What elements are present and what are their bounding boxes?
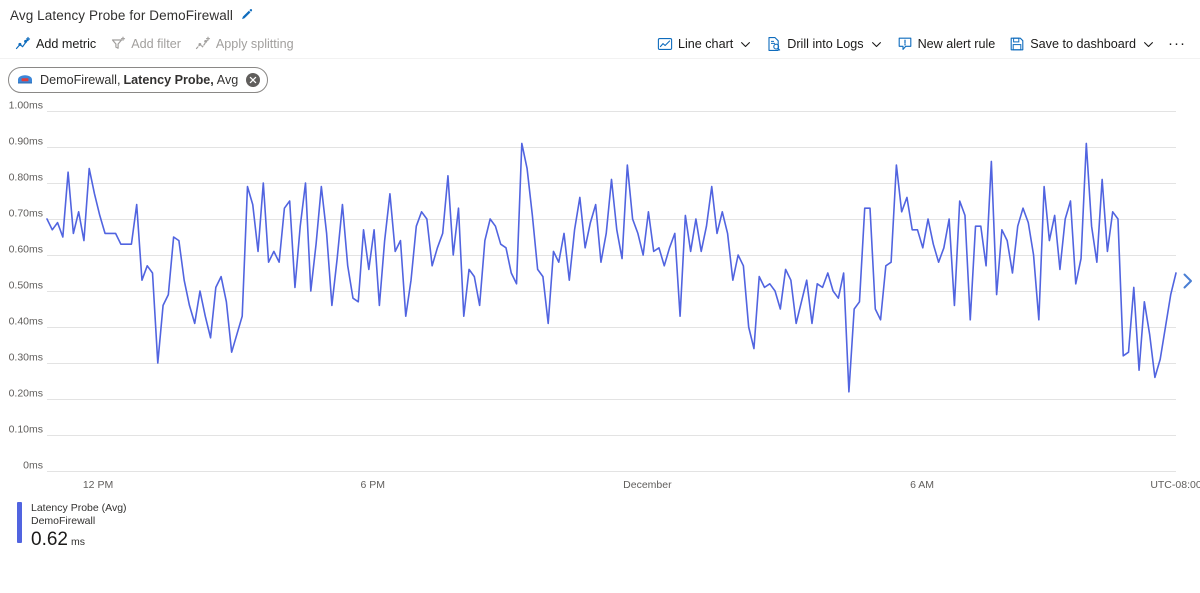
legend-resource-label: DemoFirewall	[31, 515, 127, 528]
svg-text:0.60ms: 0.60ms	[9, 244, 43, 256]
toolbar-right-group: Line chart Drill into Logs	[650, 31, 1192, 57]
line-chart-icon	[657, 36, 673, 52]
add-filter-button[interactable]: Add filter	[103, 31, 188, 57]
chevron-down-icon	[1142, 38, 1155, 51]
add-metric-label: Add metric	[36, 37, 96, 51]
firewall-icon	[17, 72, 33, 88]
svg-text:0.20ms: 0.20ms	[9, 388, 43, 400]
svg-text:0.40ms: 0.40ms	[9, 316, 43, 328]
close-icon[interactable]	[246, 73, 260, 87]
chart-legend[interactable]: Latency Probe (Avg) DemoFirewall 0.62 ms	[0, 502, 1200, 550]
new-alert-rule-icon	[897, 36, 913, 52]
svg-text:1.00ms: 1.00ms	[9, 100, 43, 112]
svg-text:0.10ms: 0.10ms	[9, 424, 43, 436]
series-line-latency-probe	[47, 143, 1176, 391]
svg-text:0.70ms: 0.70ms	[9, 208, 43, 220]
apply-splitting-button[interactable]: Apply splitting	[188, 31, 301, 57]
x-axis-tick-labels: 12 PM 6 PM December 6 AM UTC-08:00	[83, 479, 1200, 491]
save-to-dashboard-button[interactable]: Save to dashboard	[1002, 31, 1162, 57]
toolbar: Add metric Add filter Apply splittin	[0, 30, 1200, 58]
legend-value: 0.62	[31, 529, 68, 550]
metric-chip[interactable]: DemoFirewall, Latency Probe, Avg	[8, 67, 268, 93]
svg-text:0.30ms: 0.30ms	[9, 352, 43, 364]
add-metric-icon	[15, 36, 31, 52]
metric-chip-row: DemoFirewall, Latency Probe, Avg	[0, 58, 1200, 100]
metric-chip-metric: Latency Probe,	[123, 73, 213, 87]
legend-text-block: Latency Probe (Avg) DemoFirewall 0.62 ms	[22, 502, 127, 550]
title-row: Avg Latency Probe for DemoFirewall	[0, 0, 1200, 30]
svg-text:6 PM: 6 PM	[360, 479, 385, 491]
legend-value-row: 0.62 ms	[31, 529, 127, 550]
new-alert-rule-button[interactable]: New alert rule	[890, 31, 1003, 57]
save-to-dashboard-label: Save to dashboard	[1030, 37, 1136, 51]
legend-unit: ms	[71, 536, 85, 548]
apply-splitting-icon	[195, 36, 211, 52]
svg-text:0.50ms: 0.50ms	[9, 280, 43, 292]
svg-text:0.80ms: 0.80ms	[9, 172, 43, 184]
metric-chip-text: DemoFirewall, Latency Probe, Avg	[40, 73, 238, 87]
add-filter-icon	[110, 36, 126, 52]
chart-container: 1.00ms 0.90ms 0.80ms 0.70ms 0.60ms 0.50ms 0.40…	[0, 100, 1200, 500]
drill-into-logs-label: Drill into Logs	[787, 37, 863, 51]
pencil-icon[interactable]	[240, 8, 254, 22]
page-title: Avg Latency Probe for DemoFirewall	[10, 8, 233, 23]
metric-chip-aggregation: Avg	[217, 73, 238, 87]
drill-into-logs-button[interactable]: Drill into Logs	[759, 31, 889, 57]
apply-splitting-label: Apply splitting	[216, 37, 294, 51]
metric-chip-resource: DemoFirewall,	[40, 73, 120, 87]
toolbar-left-group: Add metric Add filter Apply splittin	[8, 31, 301, 57]
save-to-dashboard-icon	[1009, 36, 1025, 52]
grid-lines	[47, 112, 1176, 472]
svg-text:0.90ms: 0.90ms	[9, 136, 43, 148]
line-chart-label: Line chart	[678, 37, 733, 51]
overflow-menu-button[interactable]: ···	[1162, 31, 1192, 57]
new-alert-rule-label: New alert rule	[918, 37, 996, 51]
chevron-down-icon	[870, 38, 883, 51]
add-filter-label: Add filter	[131, 37, 181, 51]
add-metric-button[interactable]: Add metric	[8, 31, 103, 57]
latency-line-chart[interactable]: 1.00ms 0.90ms 0.80ms 0.70ms 0.60ms 0.50ms 0.40…	[0, 100, 1200, 500]
y-axis-tick-labels: 1.00ms 0.90ms 0.80ms 0.70ms 0.60ms 0.50ms 0.40…	[9, 100, 43, 472]
svg-text:UTC-08:00: UTC-08:00	[1150, 479, 1200, 491]
svg-text:0ms: 0ms	[23, 460, 43, 472]
svg-text:6 AM: 6 AM	[910, 479, 934, 491]
line-chart-button[interactable]: Line chart	[650, 31, 759, 57]
chevron-down-icon	[739, 38, 752, 51]
legend-metric-label: Latency Probe (Avg)	[31, 502, 127, 515]
chevron-right-icon[interactable]	[1178, 268, 1198, 294]
svg-text:December: December	[623, 479, 672, 491]
drill-into-logs-icon	[766, 36, 782, 52]
svg-text:12 PM: 12 PM	[83, 479, 113, 491]
